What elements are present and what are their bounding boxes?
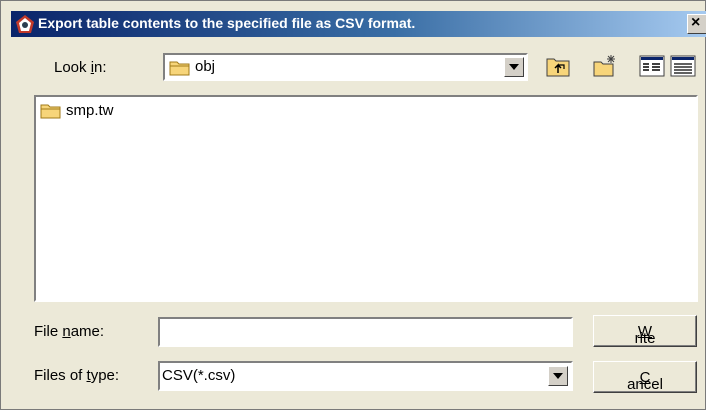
look-in-dropdown-button[interactable] (504, 57, 524, 77)
files-of-type-value: CSV(*.csv) (162, 367, 236, 384)
close-icon: × (691, 14, 701, 31)
new-folder-icon (593, 55, 615, 77)
new-folder-button[interactable] (591, 53, 619, 79)
close-button[interactable]: × (687, 14, 706, 34)
files-of-type-dropdown-button[interactable] (548, 366, 568, 386)
up-one-level-icon (546, 58, 570, 77)
list-view-button[interactable] (638, 53, 666, 79)
write-button[interactable]: Write (593, 315, 697, 347)
write-button-label: Write (634, 323, 656, 347)
chevron-down-icon (553, 373, 563, 379)
title-bar[interactable]: Export table contents to the specified f… (11, 11, 706, 37)
files-of-type-label: Files of type: (34, 367, 120, 384)
look-in-combo[interactable]: obj (163, 53, 528, 81)
look-in-label: Look in: (54, 59, 107, 76)
file-item-label: smp.tw (66, 102, 114, 119)
details-view-icon (670, 55, 696, 77)
cancel-button-label: Cancel (627, 369, 663, 393)
export-csv-dialog: Export table contents to the specified f… (0, 0, 706, 410)
list-view-icon (639, 55, 665, 77)
look-in-value: obj (195, 58, 216, 75)
details-view-button[interactable] (669, 53, 697, 79)
cancel-button[interactable]: Cancel (593, 361, 697, 393)
file-list[interactable]: smp.tw (34, 95, 698, 302)
up-one-level-button[interactable] (544, 53, 572, 79)
file-name-label: File name: (34, 323, 105, 340)
folder-icon (169, 61, 190, 76)
window-title: Export table contents to the specified f… (38, 15, 416, 31)
app-icon (16, 15, 34, 33)
folder-icon (40, 104, 61, 119)
file-name-input[interactable] (158, 317, 573, 347)
chevron-down-icon (509, 64, 519, 70)
files-of-type-combo[interactable]: CSV(*.csv) (158, 361, 573, 391)
